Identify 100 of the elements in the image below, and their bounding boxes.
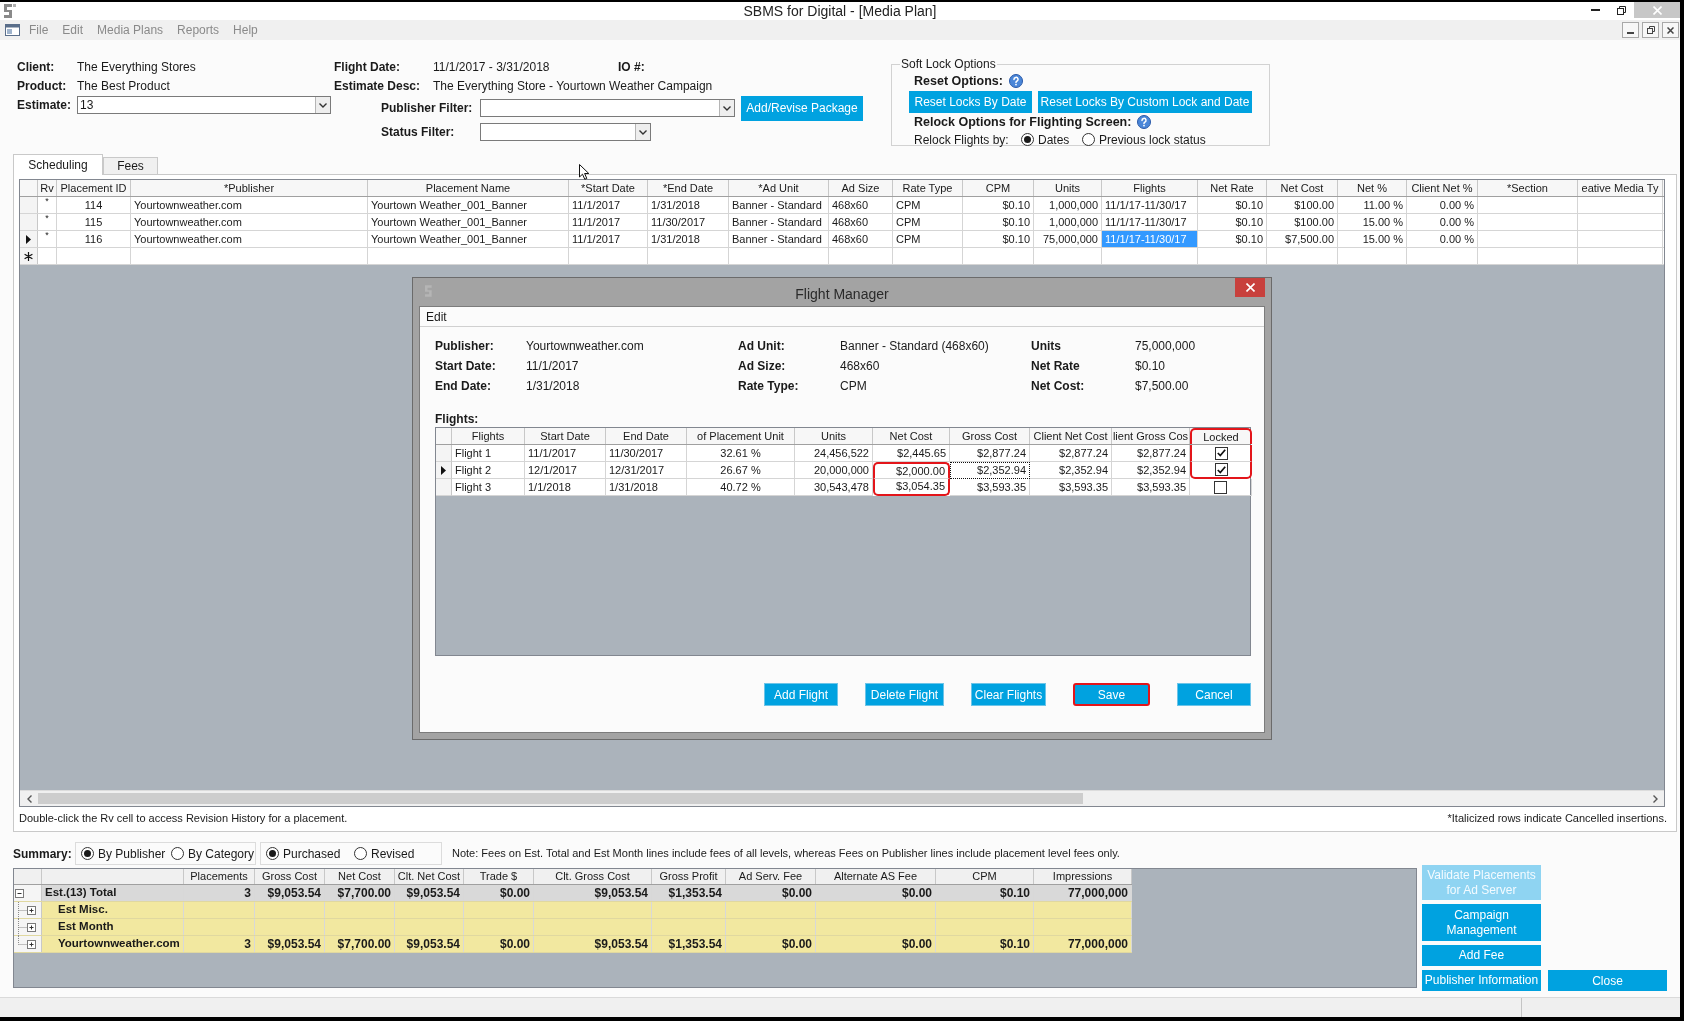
column-header[interactable]: Ad Size — [829, 180, 893, 196]
close-button[interactable] — [1235, 278, 1265, 297]
column-header[interactable]: Flights — [1102, 180, 1198, 196]
column-header[interactable]: *Ad Unit — [729, 180, 829, 196]
window-icon[interactable] — [5, 24, 20, 36]
column-header[interactable]: *Section — [1478, 180, 1578, 196]
column-header[interactable]: Flights — [452, 428, 525, 444]
column-header[interactable]: *Publisher — [131, 180, 368, 196]
column-header[interactable]: Gross Cost — [255, 869, 325, 884]
table-cell: 114 — [57, 197, 131, 213]
publisher-filter-dropdown[interactable] — [480, 99, 735, 117]
column-header[interactable]: Client Net Cost — [1030, 428, 1112, 444]
restore-button[interactable] — [1642, 22, 1659, 38]
column-header[interactable]: *End Date — [648, 180, 729, 196]
table-cell: $0.00 — [464, 936, 534, 952]
column-header[interactable]: CPM — [963, 180, 1034, 196]
radio-button[interactable] — [266, 847, 279, 860]
row-header[interactable] — [20, 231, 38, 247]
column-header[interactable]: Placement Name — [368, 180, 569, 196]
table-cell: Yourtownweather.com — [131, 214, 368, 230]
field-label: Relock Flights by: — [914, 131, 1010, 149]
scrollbar-thumb[interactable] — [38, 793, 1083, 804]
radio-button[interactable] — [81, 847, 94, 860]
column-header[interactable]: Ad Serv. Fee — [726, 869, 816, 884]
field-value: The Everything Stores — [77, 58, 196, 76]
column-header[interactable]: Clt. Gross Cost — [534, 869, 652, 884]
table-cell: 11/30/2017 — [648, 214, 729, 230]
table-cell: 40.72 % — [687, 479, 795, 496]
field-value: 75,000,000 — [1135, 338, 1197, 355]
column-header[interactable]: Net Rate — [1198, 180, 1267, 196]
column-header[interactable]: Placements — [184, 869, 255, 884]
row-pointer-icon — [26, 234, 31, 244]
column-header[interactable]: of Placement Unit — [687, 428, 795, 444]
column-header[interactable]: Impressions — [1034, 869, 1132, 884]
table-cell: 468x60 — [829, 197, 893, 213]
row-header[interactable] — [436, 462, 452, 479]
column-header[interactable]: Units — [795, 428, 873, 444]
table-cell: $0.10 — [963, 197, 1034, 213]
column-header[interactable]: Net Cost — [873, 428, 950, 444]
table-cell: $0.00 — [726, 936, 816, 952]
column-header[interactable]: Rv — [38, 180, 57, 196]
tree-collapse-icon[interactable] — [15, 888, 24, 898]
checkbox[interactable] — [1214, 480, 1227, 494]
radio-button[interactable] — [1021, 133, 1034, 146]
radio-label: Purchased — [283, 845, 341, 863]
column-header[interactable]: Net Cost — [1267, 180, 1338, 196]
radio-label: By Publisher — [98, 845, 166, 863]
help-icon[interactable] — [1008, 74, 1023, 88]
radio-label: Dates — [1038, 131, 1070, 149]
column-header[interactable]: Gross Profit — [652, 869, 726, 884]
checkbox[interactable] — [1214, 463, 1228, 476]
column-header[interactable]: End Date — [606, 428, 687, 444]
radio-button[interactable] — [354, 847, 367, 860]
table-cell: 11.00 % — [1338, 197, 1407, 213]
field-value: 11/1/2017 - 3/31/2018 — [433, 58, 551, 76]
table-cell: 77,000,000 — [1034, 936, 1132, 952]
field-label: Publisher Filter: — [381, 100, 474, 117]
column-header[interactable]: Net % — [1338, 180, 1407, 196]
radio-button[interactable] — [171, 847, 184, 860]
column-header[interactable]: Rate Type — [893, 180, 963, 196]
column-header[interactable]: Trade $ — [464, 869, 534, 884]
column-header[interactable]: Clt. Net Cost — [395, 869, 464, 884]
column-header[interactable]: Placement ID — [57, 180, 131, 196]
table-cell: Yourtown Weather_001_Banner — [368, 197, 569, 213]
table-cell: $7,700.00 — [325, 936, 395, 952]
radio-button[interactable] — [1082, 133, 1095, 146]
field-label: End Date: — [435, 378, 492, 395]
minimize-icon — [1627, 32, 1634, 34]
close-icon — [1667, 26, 1674, 34]
table-cell: $0.00 — [816, 885, 936, 901]
status-filter-dropdown[interactable] — [480, 123, 651, 141]
radio-label: By Category — [188, 845, 255, 863]
horizontal-scrollbar[interactable] — [20, 790, 1664, 806]
menu-item[interactable]: Edit — [422, 307, 451, 326]
table-cell: 1/31/2018 — [648, 197, 729, 213]
column-header[interactable]: Client Net % — [1407, 180, 1478, 196]
estimate-dropdown[interactable]: 13 — [77, 96, 331, 114]
column-header[interactable]: lient Gross Cos — [1112, 428, 1190, 444]
restore-icon[interactable] — [1616, 5, 1626, 15]
checkbox[interactable] — [1214, 446, 1228, 460]
asterisk-icon — [24, 251, 33, 261]
help-icon[interactable] — [1137, 115, 1152, 129]
column-header[interactable]: Gross Cost — [950, 428, 1030, 444]
minimize-icon[interactable] — [1590, 9, 1600, 11]
table-cell: $0.10 — [963, 214, 1034, 230]
close-button[interactable] — [1662, 22, 1679, 38]
table-cell: $0.10 — [1198, 231, 1267, 247]
column-header[interactable]: Alternate AS Fee — [816, 869, 936, 884]
tab[interactable]: Fees — [103, 157, 158, 174]
column-header[interactable]: eative Media Ty — [1578, 180, 1663, 196]
table-cell: $9,053.54 — [534, 936, 652, 952]
close-icon — [1652, 5, 1662, 15]
column-header[interactable]: Start Date — [525, 428, 606, 444]
tab[interactable]: Scheduling — [13, 154, 103, 175]
column-header[interactable]: Net Cost — [325, 869, 395, 884]
table-cell: $0.10 — [1198, 214, 1267, 230]
minimize-button[interactable] — [1622, 22, 1639, 38]
table-cell: CPM — [893, 214, 963, 230]
column-header[interactable]: Units — [1034, 180, 1102, 196]
column-header[interactable]: CPM — [936, 869, 1034, 884]
